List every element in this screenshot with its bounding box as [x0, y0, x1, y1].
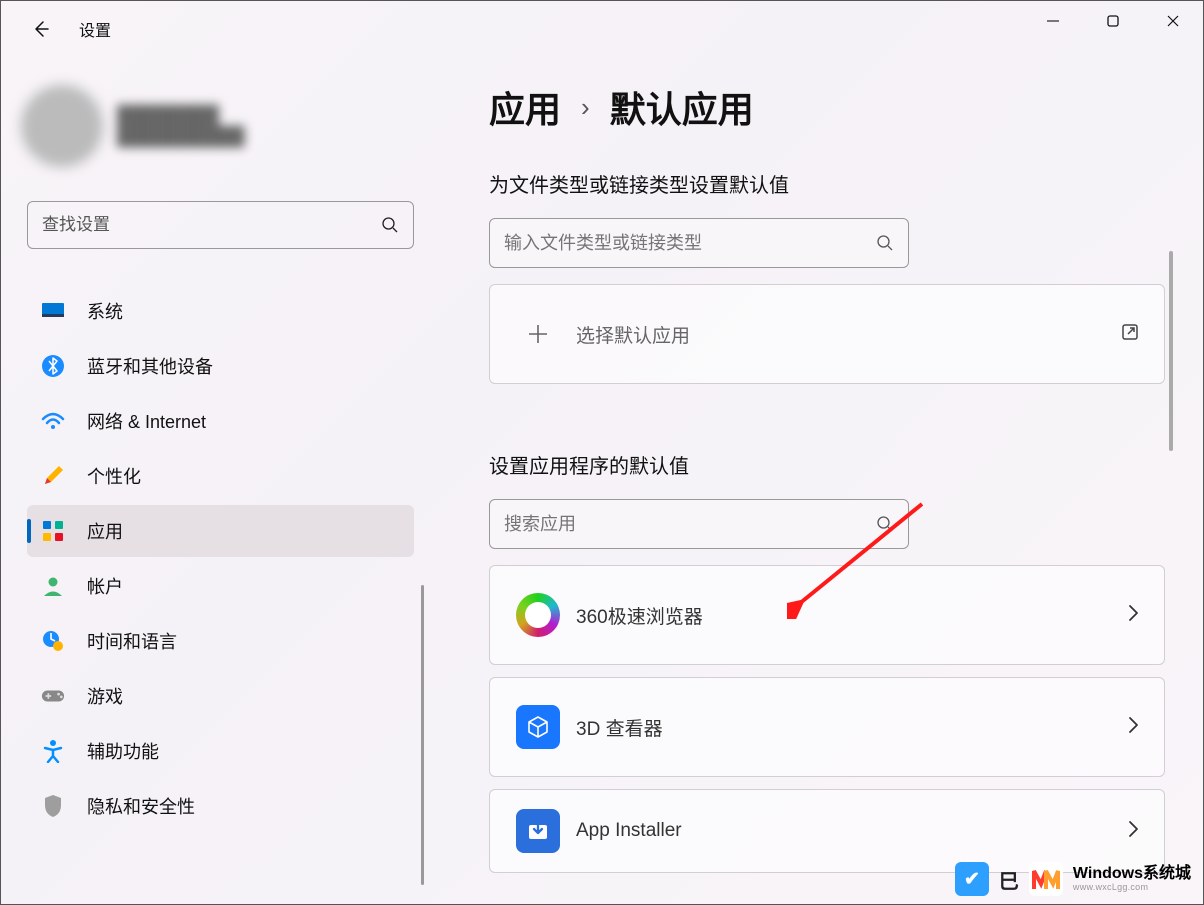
search-icon [381, 216, 399, 234]
sidebar-item-label: 帐户 [87, 573, 123, 599]
close-icon [1166, 14, 1180, 28]
person-icon [41, 574, 65, 598]
sidebar-item-apps[interactable]: 应用 [27, 505, 414, 557]
wifi-icon [41, 409, 65, 433]
app-label: 3D 查看器 [576, 714, 1126, 741]
minimize-icon [1046, 14, 1060, 28]
apps-icon [41, 519, 65, 543]
user-profile[interactable]: ██████████████████ [21, 85, 426, 167]
filetype-section-header: 为文件类型或链接类型设置默认值 [489, 169, 1179, 198]
app-icon-appinstaller [516, 809, 560, 853]
avatar [21, 85, 103, 167]
watermark: ✔ 巳 Windows系统城 www.wxcLgg.com [955, 862, 1191, 896]
card-label: 选择默认应用 [576, 321, 1120, 348]
breadcrumb-current: 默认应用 [610, 81, 754, 133]
sidebar-item-label: 隐私和安全性 [87, 793, 195, 819]
sidebar-item-label: 时间和语言 [87, 628, 177, 654]
sidebar-item-label: 系统 [87, 298, 123, 324]
open-link-icon [1120, 322, 1140, 342]
breadcrumb-parent[interactable]: 应用 [489, 81, 561, 133]
bluetooth-icon [41, 354, 65, 378]
sidebar-item-network[interactable]: 网络 & Internet [27, 395, 414, 447]
sidebar-item-label: 个性化 [87, 463, 141, 489]
app-label: 360极速浏览器 [576, 602, 1126, 629]
watermark-title: Windows系统城 [1073, 865, 1191, 883]
watermark-icon-2 [1029, 862, 1063, 896]
search-icon [876, 515, 894, 533]
nav-list: 系统 蓝牙和其他设备 网络 & Internet 个性化 应用 帐户 时间和语言 [15, 285, 426, 832]
app-icon-3dviewer [516, 705, 560, 749]
close-button[interactable] [1143, 1, 1203, 41]
sidebar-item-label: 蓝牙和其他设备 [87, 353, 213, 379]
sidebar-item-privacy[interactable]: 隐私和安全性 [27, 780, 414, 832]
chevron-right-icon [1126, 603, 1140, 623]
sidebar-item-personalization[interactable]: 个性化 [27, 450, 414, 502]
sidebar-item-label: 应用 [87, 518, 123, 544]
arrow-left-icon [31, 19, 51, 39]
app-search-input[interactable] [504, 514, 876, 535]
watermark-icon-1: ✔ [955, 862, 989, 896]
app-label: App Installer [576, 820, 1126, 842]
app-row-3dviewer[interactable]: 3D 查看器 [489, 677, 1165, 777]
chevron-right-icon [1126, 715, 1140, 735]
search-icon [876, 234, 894, 252]
maximize-button[interactable] [1083, 1, 1143, 41]
sidebar-item-time[interactable]: 时间和语言 [27, 615, 414, 667]
filetype-input[interactable] [504, 233, 876, 254]
watermark-url: www.wxcLgg.com [1073, 883, 1191, 893]
sidebar-item-bluetooth[interactable]: 蓝牙和其他设备 [27, 340, 414, 392]
sidebar-scrollbar-thumb[interactable] [421, 585, 424, 885]
maximize-icon [1106, 14, 1120, 28]
shield-icon [41, 794, 65, 818]
gamepad-icon [41, 684, 65, 708]
sidebar-item-label: 辅助功能 [87, 738, 159, 764]
choose-default-app-card[interactable]: 选择默认应用 [489, 284, 1165, 384]
accessibility-icon [41, 739, 65, 763]
filetype-search[interactable] [489, 218, 909, 268]
breadcrumb-separator: › [581, 92, 590, 123]
plus-icon [527, 323, 549, 345]
display-icon [41, 299, 65, 323]
sidebar-item-label: 游戏 [87, 683, 123, 709]
chevron-right-icon [1126, 819, 1140, 839]
breadcrumb: 应用 › 默认应用 [489, 81, 1179, 133]
clock-globe-icon [41, 629, 65, 653]
app-search[interactable] [489, 499, 909, 549]
window-title: 设置 [79, 17, 111, 41]
settings-search[interactable] [27, 201, 414, 249]
app-icon-360 [516, 593, 560, 637]
sidebar-item-gaming[interactable]: 游戏 [27, 670, 414, 722]
sidebar-item-label: 网络 & Internet [87, 408, 206, 434]
titlebar: 设置 [1, 1, 1203, 57]
main-content: 应用 › 默认应用 为文件类型或链接类型设置默认值 选择默认应用 设置应用程序的… [489, 81, 1179, 904]
sidebar-item-accounts[interactable]: 帐户 [27, 560, 414, 612]
main-scrollbar-thumb[interactable] [1169, 251, 1173, 451]
appdefaults-section-header: 设置应用程序的默认值 [489, 450, 1179, 479]
search-input[interactable] [42, 215, 381, 235]
app-row-360[interactable]: 360极速浏览器 [489, 565, 1165, 665]
sidebar-item-system[interactable]: 系统 [27, 285, 414, 337]
sidebar-item-accessibility[interactable]: 辅助功能 [27, 725, 414, 777]
sidebar: ██████████████████ 系统 蓝牙和其他设备 网络 & Inter… [1, 73, 446, 904]
profile-name: ██████████████████ [117, 105, 245, 147]
minimize-button[interactable] [1023, 1, 1083, 41]
app-row-appinstaller[interactable]: App Installer [489, 789, 1165, 873]
paintbrush-icon [41, 464, 65, 488]
back-button[interactable] [21, 9, 61, 49]
